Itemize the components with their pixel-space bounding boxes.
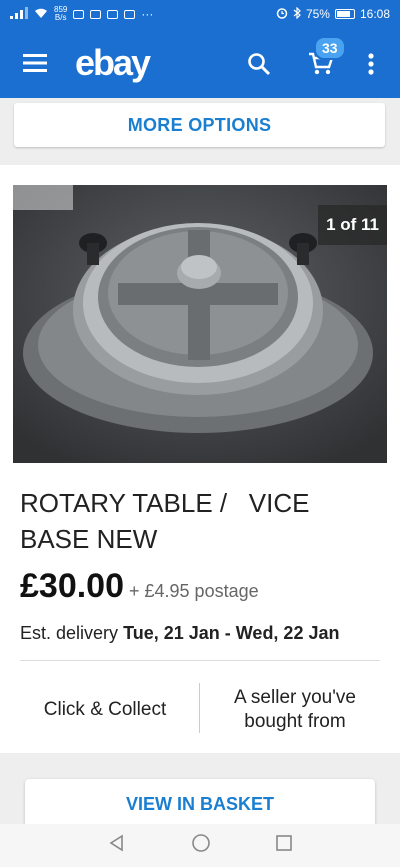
image-counter: 1 of 11 bbox=[318, 205, 387, 245]
battery-percent: 75% bbox=[305, 7, 330, 21]
network-speed: 859 B/s bbox=[54, 6, 67, 22]
system-navigation-bar bbox=[0, 824, 400, 867]
hamburger-menu-icon bbox=[23, 54, 47, 72]
listing-title: ROTARY TABLE / VICE BASE NEW bbox=[20, 488, 317, 554]
delivery-label: Est. delivery bbox=[20, 623, 119, 643]
listing-card: 1 of 11 ROTARY TABLE / VICE BASE NEW £30… bbox=[0, 165, 400, 753]
home-icon[interactable] bbox=[191, 833, 211, 858]
cart-count-badge: 33 bbox=[314, 36, 346, 60]
alarm-icon bbox=[276, 7, 288, 22]
postage-cost: + £4.95 postage bbox=[129, 581, 259, 601]
feature-divider bbox=[199, 683, 200, 733]
search-icon bbox=[248, 53, 271, 76]
previous-seller-feature: A seller you've bought from bbox=[234, 687, 356, 732]
back-icon[interactable] bbox=[108, 834, 126, 857]
bluetooth-icon bbox=[293, 6, 301, 22]
search-button[interactable] bbox=[238, 43, 280, 85]
battery-icon bbox=[334, 9, 355, 19]
wifi-icon bbox=[34, 7, 48, 22]
price-row: £30.00 + £4.95 postage bbox=[20, 567, 259, 606]
signal-icon bbox=[10, 6, 28, 22]
more-notifications-text: ··· bbox=[141, 7, 154, 21]
status-bar: 859 B/s ··· 75% 16:08 bbox=[0, 0, 400, 28]
more-options-button[interactable]: MORE OPTIONS bbox=[14, 103, 385, 147]
app-notification-icon bbox=[124, 9, 136, 19]
clock: 16:08 bbox=[359, 7, 390, 21]
estimated-delivery: Est. delivery Tue, 21 Jan - Wed, 22 Jan bbox=[20, 623, 339, 644]
click-and-collect-feature: Click & Collect bbox=[43, 699, 167, 720]
product-image[interactable]: 1 of 11 bbox=[13, 185, 387, 463]
menu-button[interactable] bbox=[0, 28, 70, 98]
more-vertical-icon bbox=[368, 53, 374, 75]
ebay-logo[interactable]: ebay bbox=[75, 42, 151, 84]
network-speed-unit: B/s bbox=[54, 13, 67, 22]
recent-apps-icon[interactable] bbox=[276, 835, 293, 856]
delivery-dates: Tue, 21 Jan - Wed, 22 Jan bbox=[123, 623, 340, 643]
view-in-basket-button[interactable]: VIEW IN BASKET bbox=[25, 779, 375, 829]
overflow-menu-button[interactable] bbox=[356, 43, 386, 85]
youtube-notification-icon bbox=[90, 9, 102, 19]
facebook-notification-icon bbox=[73, 9, 85, 19]
app-bar: ebay 33 bbox=[0, 28, 400, 98]
mail-notification-icon bbox=[107, 9, 119, 19]
divider bbox=[20, 660, 380, 661]
item-price: £30.00 bbox=[20, 567, 124, 605]
